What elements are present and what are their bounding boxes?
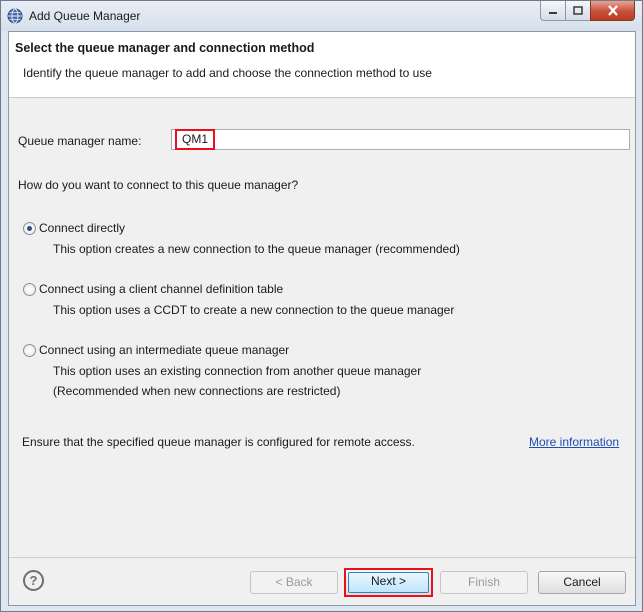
minimize-button[interactable] — [540, 1, 566, 21]
option-connect-directly-label[interactable]: Connect directly — [39, 221, 125, 235]
window-title: Add Queue Manager — [29, 9, 141, 23]
minimize-icon — [549, 11, 557, 14]
wizard-banner: Select the queue manager and connection … — [9, 32, 635, 98]
queue-manager-name-value: QM1 — [175, 129, 216, 150]
help-icon[interactable]: ? — [23, 570, 44, 591]
option-connect-intermediate-description: This option uses an existing connection … — [53, 364, 422, 378]
option-connect-intermediate-label[interactable]: Connect using an intermediate queue mana… — [39, 343, 289, 357]
add-queue-manager-dialog: Add Queue Manager Select the queue manag… — [0, 0, 643, 612]
radio-connect-ccdt[interactable] — [23, 283, 36, 296]
app-globe-icon — [7, 8, 23, 24]
queue-manager-name-label: Queue manager name: — [18, 134, 142, 148]
next-button-label: Next > — [348, 572, 429, 593]
banner-title: Select the queue manager and connection … — [15, 41, 315, 55]
cancel-button[interactable]: Cancel — [538, 571, 626, 594]
back-button[interactable]: < Back — [250, 571, 338, 594]
banner-description: Identify the queue manager to add and ch… — [23, 66, 432, 80]
option-connect-directly-description: This option creates a new connection to … — [53, 242, 460, 256]
option-connect-ccdt-description: This option uses a CCDT to create a new … — [53, 303, 455, 317]
maximize-icon — [573, 5, 583, 15]
option-connect-ccdt-label[interactable]: Connect using a client channel definitio… — [39, 282, 283, 296]
remote-access-note: Ensure that the specified queue manager … — [22, 435, 415, 449]
radio-connect-intermediate[interactable] — [23, 344, 36, 357]
finish-button[interactable]: Finish — [440, 571, 528, 594]
title-bar[interactable]: Add Queue Manager — [1, 1, 642, 31]
dialog-content: Select the queue manager and connection … — [8, 31, 636, 606]
close-button[interactable] — [590, 1, 635, 21]
connection-question: How do you want to connect to this queue… — [18, 178, 299, 192]
maximize-button[interactable] — [565, 1, 591, 21]
next-button[interactable]: Next > — [344, 568, 433, 597]
button-bar-separator — [9, 557, 635, 558]
option-connect-intermediate-note: (Recommended when new connections are re… — [53, 384, 341, 398]
queue-manager-name-input[interactable]: QM1 — [171, 129, 630, 150]
close-icon — [607, 5, 618, 16]
radio-connect-directly[interactable] — [23, 222, 36, 235]
more-information-link[interactable]: More information — [529, 435, 619, 449]
